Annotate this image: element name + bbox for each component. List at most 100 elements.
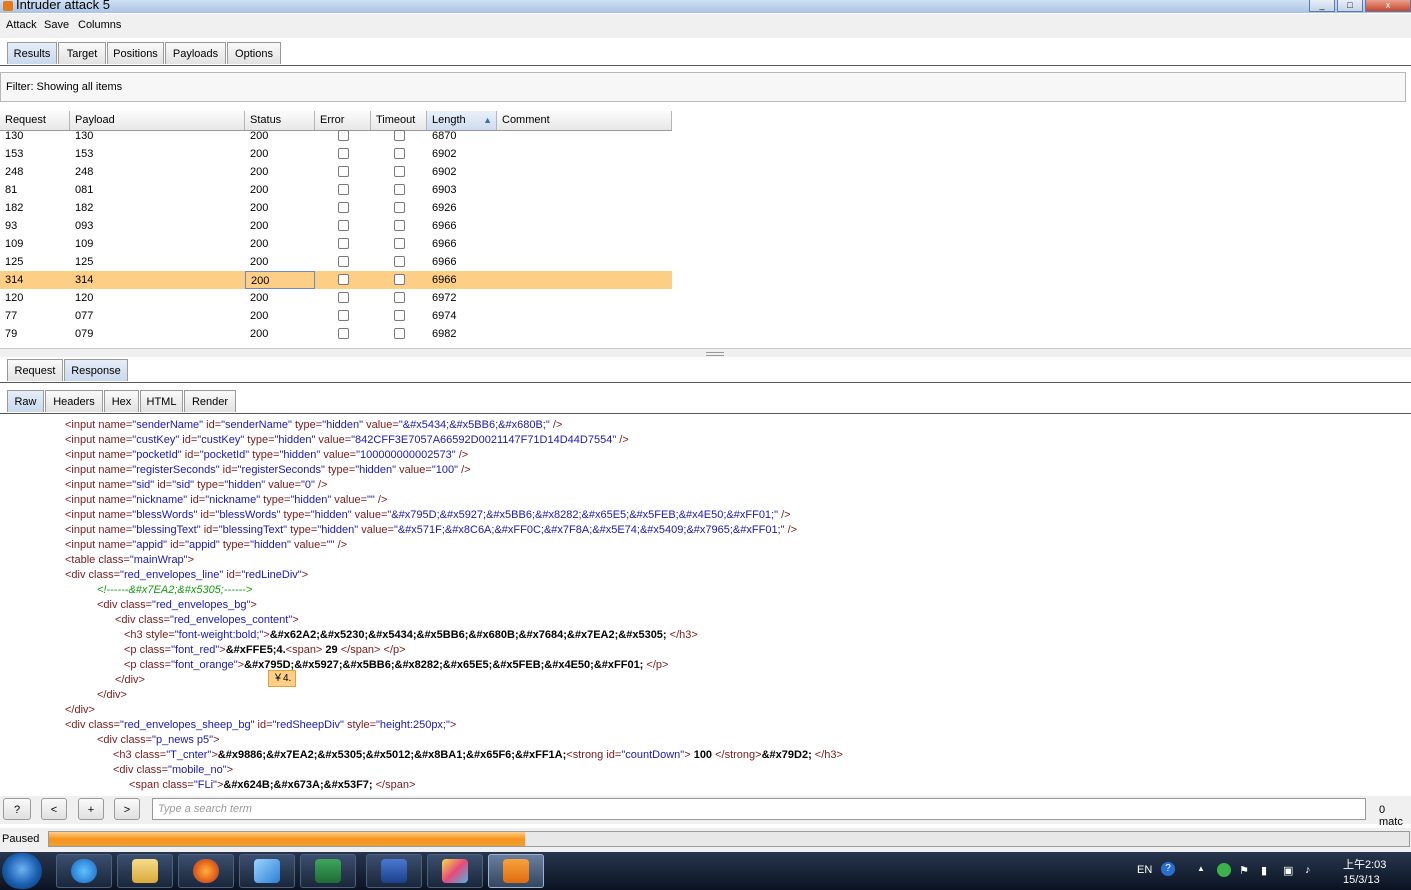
table-row[interactable]: 182 182 200 6926 (0, 199, 672, 217)
error-checkbox[interactable] (338, 184, 349, 195)
language-indicator[interactable]: EN (1137, 864, 1152, 876)
table-row[interactable]: 109 109 200 6966 (0, 235, 672, 253)
tab-options[interactable]: Options (227, 42, 281, 64)
show-hidden-icons-icon[interactable]: ▲ (1197, 864, 1205, 873)
tab-render[interactable]: Render (184, 390, 236, 412)
close-button[interactable]: x (1365, 0, 1411, 12)
code-token: "redSheepDiv" (272, 719, 344, 731)
tab-target[interactable]: Target (58, 42, 106, 64)
flag-icon[interactable]: ⚑ (1239, 864, 1249, 877)
previous-button[interactable]: < (41, 798, 67, 820)
timeout-checkbox[interactable] (394, 328, 405, 339)
search-input[interactable]: Type a search term (152, 798, 1366, 820)
code-token: id= (203, 419, 222, 431)
error-checkbox[interactable] (338, 220, 349, 231)
timeout-checkbox[interactable] (394, 292, 405, 303)
minimize-button[interactable]: _ (1309, 0, 1335, 12)
table-row[interactable]: 130 130 200 6870 (0, 127, 672, 145)
code-token: value= (363, 419, 399, 431)
code-token: id= (606, 749, 622, 761)
device-icon[interactable]: ▮ (1261, 864, 1267, 877)
view-tab-divider (0, 413, 1411, 414)
network-icon[interactable]: ▣ (1283, 864, 1293, 877)
start-button[interactable] (2, 853, 42, 889)
code-token: "mobile_no" (168, 764, 227, 776)
tab-request[interactable]: Request (7, 359, 63, 381)
error-checkbox[interactable] (338, 202, 349, 213)
help-icon[interactable]: ? (1161, 862, 1175, 876)
table-row[interactable]: 120 120 200 6972 (0, 289, 672, 307)
cell-status: 200 (245, 271, 315, 289)
add-button[interactable]: + (78, 798, 104, 820)
taskbar-feiq-button[interactable] (239, 854, 295, 888)
menu-save[interactable]: Save (44, 19, 69, 31)
timeout-checkbox[interactable] (394, 256, 405, 267)
table-row[interactable]: 77 077 200 6974 (0, 307, 672, 325)
timeout-checkbox[interactable] (394, 130, 405, 141)
timeout-checkbox[interactable] (394, 202, 405, 213)
table-row[interactable]: 248 248 200 6902 (0, 163, 672, 181)
taskbar-firefox-button[interactable] (178, 854, 234, 888)
code-line: <!------&#x7EA2;&#x5305;------> (97, 583, 252, 598)
tab-html[interactable]: HTML (140, 390, 183, 412)
code-token: id= (167, 539, 186, 551)
timeout-checkbox[interactable] (394, 166, 405, 177)
error-checkbox[interactable] (338, 238, 349, 249)
help-button[interactable]: ? (3, 798, 31, 820)
cell-payload: 120 (75, 292, 94, 304)
tab-positions[interactable]: Positions (107, 42, 164, 64)
clock-time[interactable]: 上午2:03 (1343, 856, 1386, 872)
taskbar-burp-button[interactable] (488, 854, 544, 888)
pane-splitter[interactable] (0, 348, 1411, 357)
code-token: value= (351, 509, 388, 521)
cell-payload: 125 (75, 256, 94, 268)
taskbar-paint-button[interactable] (427, 854, 483, 888)
table-row[interactable]: 93 093 200 6966 (0, 217, 672, 235)
error-checkbox[interactable] (338, 166, 349, 177)
taskbar-visio-button[interactable] (366, 854, 422, 888)
taskbar-explorer-button[interactable] (117, 854, 173, 888)
table-row[interactable]: 81 081 200 6903 (0, 181, 672, 199)
code-token: "hidden" (224, 479, 266, 491)
menu-columns[interactable]: Columns (78, 19, 121, 31)
table-row[interactable]: 79 079 200 6982 (0, 325, 672, 343)
filter-bar[interactable]: Filter: Showing all items (0, 72, 1406, 102)
code-token: <div (97, 599, 121, 611)
error-checkbox[interactable] (338, 274, 349, 285)
cell-length: 6902 (432, 166, 457, 178)
taskbar-excel-button[interactable] (300, 854, 356, 888)
code-token: <input (65, 509, 99, 521)
error-checkbox[interactable] (338, 130, 349, 141)
menu-attack[interactable]: Attack (6, 19, 37, 31)
tab-payloads[interactable]: Payloads (165, 42, 226, 64)
error-checkbox[interactable] (338, 148, 349, 159)
tab-results[interactable]: Results (7, 42, 57, 64)
code-line: <p class="font_red">&#xFFE5;4.<span> 29 … (124, 643, 406, 658)
maximize-button[interactable]: □ (1337, 0, 1363, 12)
error-checkbox[interactable] (338, 256, 349, 267)
table-row[interactable]: 153 153 200 6902 (0, 145, 672, 163)
timeout-checkbox[interactable] (394, 238, 405, 249)
tab-response[interactable]: Response (64, 359, 128, 381)
timeout-checkbox[interactable] (394, 310, 405, 321)
table-row[interactable]: 125 125 200 6966 (0, 253, 672, 271)
tab-headers[interactable]: Headers (45, 390, 103, 412)
network-app-icon[interactable] (1217, 863, 1231, 877)
code-token: type= (219, 539, 251, 551)
error-checkbox[interactable] (338, 310, 349, 321)
response-raw-view[interactable]: <input name="senderName" id="senderName"… (0, 418, 1411, 794)
error-checkbox[interactable] (338, 292, 349, 303)
tab-hex[interactable]: Hex (104, 390, 139, 412)
next-button[interactable]: > (114, 798, 140, 820)
taskbar-ie-button[interactable] (56, 854, 112, 888)
timeout-checkbox[interactable] (394, 184, 405, 195)
error-checkbox[interactable] (338, 328, 349, 339)
volume-icon[interactable]: ♪ (1305, 864, 1311, 876)
timeout-checkbox[interactable] (394, 220, 405, 231)
clock-date[interactable]: 15/3/13 (1343, 874, 1380, 886)
table-row[interactable]: 314 314 200 6966 (0, 271, 672, 289)
timeout-checkbox[interactable] (394, 274, 405, 285)
timeout-checkbox[interactable] (394, 148, 405, 159)
code-token: </h3> (811, 749, 843, 761)
tab-raw[interactable]: Raw (7, 390, 44, 412)
